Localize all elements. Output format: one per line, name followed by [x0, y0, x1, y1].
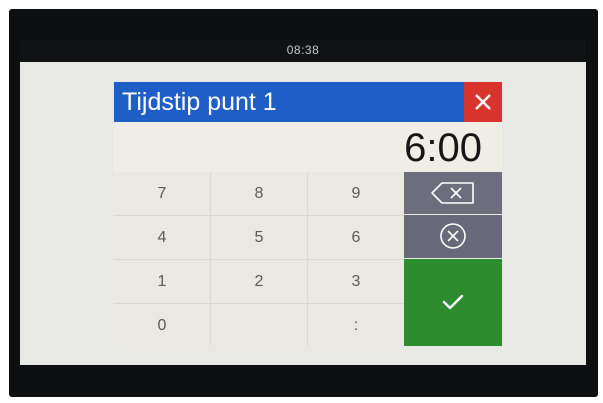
key-3[interactable]: 3	[308, 260, 404, 303]
key-6[interactable]: 6	[308, 216, 404, 259]
numeric-keypad: 7 8 9 4 5 6 1 2 3 0 :	[114, 172, 404, 346]
close-icon	[475, 94, 491, 110]
status-bar: 08:38	[20, 40, 586, 62]
checkmark-icon	[442, 294, 464, 310]
screen-bottom-strip	[20, 365, 586, 375]
key-2[interactable]: 2	[211, 260, 307, 303]
key-0[interactable]: 0	[114, 304, 210, 347]
key-empty	[211, 304, 307, 347]
confirm-button[interactable]	[404, 259, 502, 346]
backspace-icon	[431, 182, 474, 204]
dialog-title: Tijdstip punt 1	[122, 88, 277, 116]
key-9[interactable]: 9	[308, 172, 404, 215]
key-5[interactable]: 5	[211, 216, 307, 259]
key-1[interactable]: 1	[114, 260, 210, 303]
time-value: 6:00	[404, 126, 482, 170]
backspace-button[interactable]	[404, 172, 502, 214]
clear-circle-icon	[440, 223, 466, 249]
time-entry-dialog: Tijdstip punt 1 6:00 7 8 9 4 5 6 1 2 3 0…	[114, 82, 502, 346]
photo-background: 08:38 Tijdstip punt 1 6:00 7 8 9 4 5 6 1…	[0, 0, 603, 403]
key-7[interactable]: 7	[114, 172, 210, 215]
dialog-title-bar: Tijdstip punt 1	[114, 82, 502, 122]
key-4[interactable]: 4	[114, 216, 210, 259]
clear-button[interactable]	[404, 215, 502, 258]
key-colon[interactable]: :	[308, 304, 404, 347]
status-clock: 08:38	[286, 43, 320, 57]
value-display: 6:00	[114, 122, 502, 172]
close-button[interactable]	[464, 82, 502, 122]
key-8[interactable]: 8	[211, 172, 307, 215]
